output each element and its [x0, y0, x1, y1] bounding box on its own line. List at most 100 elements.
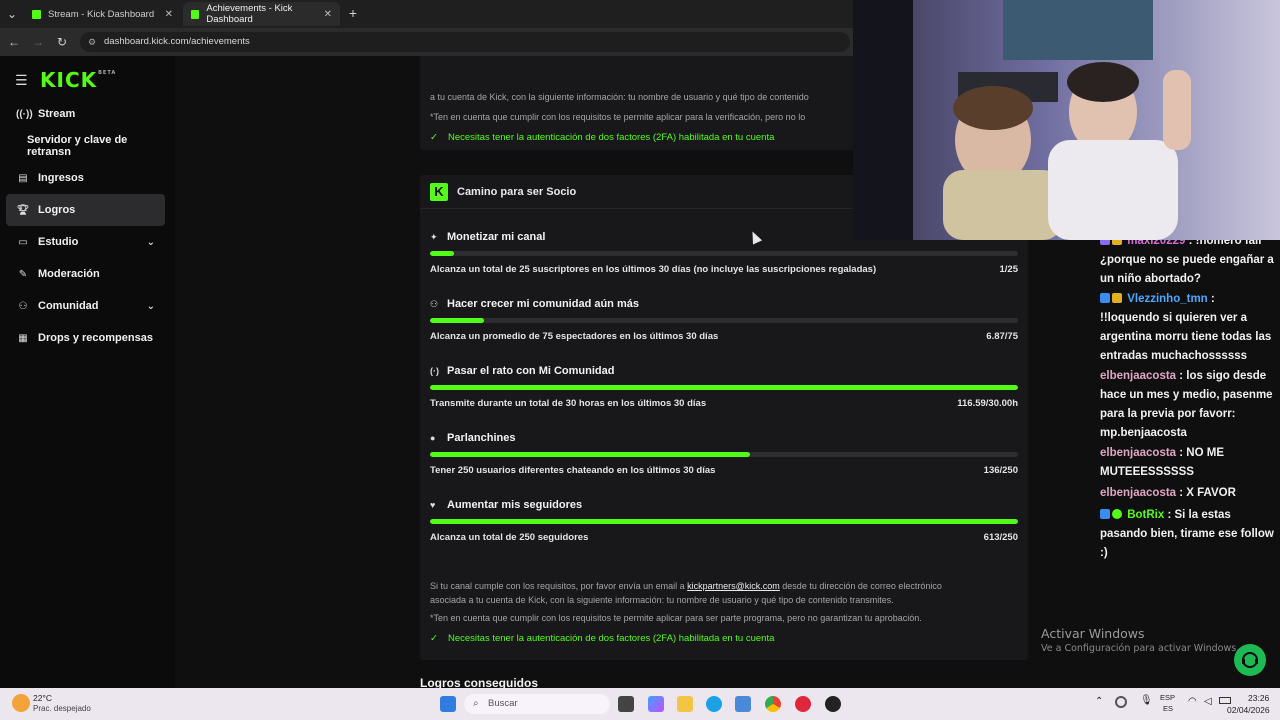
chat-username: BotRix	[1127, 509, 1165, 521]
sidebar-item-stream[interactable]: ((·)) Stream	[6, 98, 165, 130]
windows-start-icon[interactable]	[440, 696, 456, 712]
chevron-down-icon[interactable]: ⌄	[147, 301, 155, 312]
taskbar-search-input[interactable]: ⌕ Buscar	[464, 694, 610, 714]
sidebar-item-logros[interactable]: 🏆︎ Logros	[6, 194, 165, 226]
menu-icon[interactable]: ☰	[15, 72, 28, 89]
goal-progress-fill	[430, 251, 454, 256]
mail-icon[interactable]	[735, 696, 751, 712]
goal-description: Tener 250 usuarios diferentes chateando …	[430, 465, 716, 476]
weather-icon[interactable]	[12, 694, 30, 712]
kick-logo[interactable]: KICKBETA	[40, 68, 116, 92]
goal-title: ✦ Monetizar mi canal	[430, 231, 545, 243]
chat-username: elbenjaacosta	[1100, 447, 1177, 459]
chat-username: Vlezzinho_tmn	[1127, 293, 1208, 305]
goal-title-text: Hacer crecer mi comunidad aún más	[447, 298, 639, 310]
partner-footer-line2: asociada a tu cuenta de Kick, con la sig…	[430, 595, 894, 605]
verified-icon	[1112, 509, 1122, 519]
sidebar-item-label: Stream	[38, 108, 76, 120]
keyboard-layout[interactable]: ES	[1163, 704, 1173, 713]
goal-item: ⚇ Hacer crecer mi comunidad aún más Alcan…	[430, 298, 1018, 358]
new-tab-button[interactable]: +	[345, 5, 361, 21]
weather-temp: 22°C	[33, 693, 52, 703]
footer-text: Si tu canal cumple con los requisitos, p…	[430, 581, 688, 591]
url-input[interactable]: ⚙ dashboard.kick.com/achievements	[80, 32, 850, 52]
badge-icon	[1100, 293, 1110, 303]
file-explorer-icon[interactable]	[677, 696, 693, 712]
forward-icon[interactable]: →	[30, 34, 46, 50]
goal-progress-track	[430, 452, 1018, 457]
wifi-icon[interactable]: ◠	[1188, 696, 1197, 707]
goal-description: Transmite durante un total de 30 horas e…	[430, 398, 707, 409]
kick-logo-icon: K	[430, 182, 448, 201]
sidebar-item-ingresos[interactable]: ▤ Ingresos	[6, 162, 165, 194]
chat-username: elbenjaacosta	[1100, 487, 1177, 499]
partner-footer-line1: Si tu canal cumple con los requisitos, p…	[430, 581, 942, 591]
chevron-down-icon[interactable]: ⌄	[147, 237, 155, 248]
goal-value: 1/25	[999, 264, 1019, 275]
support-chat-button[interactable]	[1234, 644, 1266, 676]
sidebar-item-label: Drops y recompensas	[38, 332, 153, 344]
chrome-icon[interactable]	[765, 696, 781, 712]
sidebar-item-moderacion[interactable]: ✎ Moderación	[6, 258, 165, 290]
weather-desc: Prac. despejado	[33, 704, 91, 713]
clock-date[interactable]: 02/04/2026	[1227, 705, 1270, 715]
windows-taskbar: 22°C Prac. despejado ⌕ Buscar ⌃ 🎙︎ ESP E…	[0, 688, 1280, 720]
chat-message: maxi20229 : !homero fail ¿porque no se p…	[1100, 232, 1276, 289]
media-app-icon[interactable]	[795, 696, 811, 712]
requirement-text: Necesitas tener la autenticación de dos …	[448, 132, 775, 143]
chat-message: elbenjaacosta : NO ME MUTEEESSSSSS	[1100, 444, 1276, 482]
volume-icon[interactable]: ◁	[1204, 696, 1212, 707]
sidebar-item-label: Servidor y clave de retransn	[27, 134, 128, 158]
wrench-icon: ✎	[18, 268, 28, 280]
copilot-icon[interactable]	[648, 696, 664, 712]
partner-requirement: ✓ Necesitas tener la autenticación de do…	[430, 633, 774, 644]
chat-username: elbenjaacosta	[1100, 370, 1177, 382]
check-icon: ✓	[430, 633, 438, 644]
reload-icon[interactable]: ↻	[54, 34, 70, 50]
badge-icon	[1100, 509, 1110, 519]
goal-value: 613/250	[983, 532, 1018, 543]
site-info-icon[interactable]: ⚙	[88, 32, 96, 52]
microphone-icon[interactable]: 🎙︎	[1140, 695, 1153, 706]
camera-icon[interactable]	[1115, 696, 1127, 708]
sidebar-item-server-key[interactable]: Servidor y clave de retransn	[6, 130, 165, 162]
partner-footer-note: *Ten en cuenta que cumplir con los requi…	[430, 613, 922, 623]
close-tab-icon[interactable]: ✕	[165, 9, 173, 20]
goal-item: ✦ Monetizar mi canal Alcanza un total de …	[430, 231, 1018, 291]
tab-stream[interactable]: Stream - Kick Dashboard ✕	[24, 2, 181, 26]
broadcast-icon: ((·))	[16, 108, 33, 120]
battery-icon[interactable]	[1219, 697, 1231, 704]
chat-message: Vlezzinho_tmn : !!loquendo si quieren ve…	[1100, 290, 1276, 366]
goal-value: 116.59/30.00h	[957, 398, 1018, 409]
tab-search-icon[interactable]: ⌄	[4, 6, 20, 22]
goal-title: ● Parlanchines	[430, 432, 515, 444]
edge-icon[interactable]	[706, 696, 722, 712]
sidebar-item-label: Logros	[38, 204, 76, 216]
gift-icon: ▦	[18, 332, 28, 344]
goal-progress-track	[430, 318, 1018, 323]
chevron-up-icon[interactable]: ⌃	[1095, 696, 1103, 707]
sidebar-item-estudio[interactable]: ▭ Estudio ⌄	[6, 226, 165, 258]
partner-email-link[interactable]: kickpartners@kick.com	[687, 581, 780, 591]
partner-card: K Camino para ser Socio ✦ Monetizar mi ca…	[420, 175, 1028, 660]
goal-title: ⚇ Hacer crecer mi comunidad aún más	[430, 298, 639, 310]
clock-time[interactable]: 23:26	[1248, 693, 1269, 703]
goal-progress-fill	[430, 519, 1018, 524]
goal-title-text: Pasar el rato con Mi Comunidad	[447, 365, 615, 377]
back-icon[interactable]: ←	[6, 34, 22, 50]
tab-title: Stream - Kick Dashboard	[48, 8, 155, 20]
chat-message: elbenjaacosta : los sigo desde hace un m…	[1100, 367, 1276, 443]
tab-achievements[interactable]: Achievements - Kick Dashboard ✕	[183, 2, 340, 26]
language-code[interactable]: ESP	[1160, 693, 1175, 702]
sidebar-item-drops[interactable]: ▦ Drops y recompensas	[6, 322, 165, 354]
sidebar-item-comunidad[interactable]: ⚇ Comunidad ⌄	[6, 290, 165, 322]
search-icon: ⌕	[473, 698, 479, 709]
close-tab-icon[interactable]: ✕	[324, 9, 332, 20]
kick-favicon-icon	[32, 9, 41, 19]
goal-title-text: Parlanchines	[447, 432, 516, 444]
crown-badge-icon	[1112, 293, 1122, 303]
activate-windows-subtitle: Ve a Configuración para activar Windows.	[1041, 643, 1240, 654]
app-icon[interactable]	[825, 696, 841, 712]
goal-description: Alcanza un total de 25 suscriptores en l…	[430, 264, 877, 275]
task-view-icon[interactable]	[618, 696, 634, 712]
